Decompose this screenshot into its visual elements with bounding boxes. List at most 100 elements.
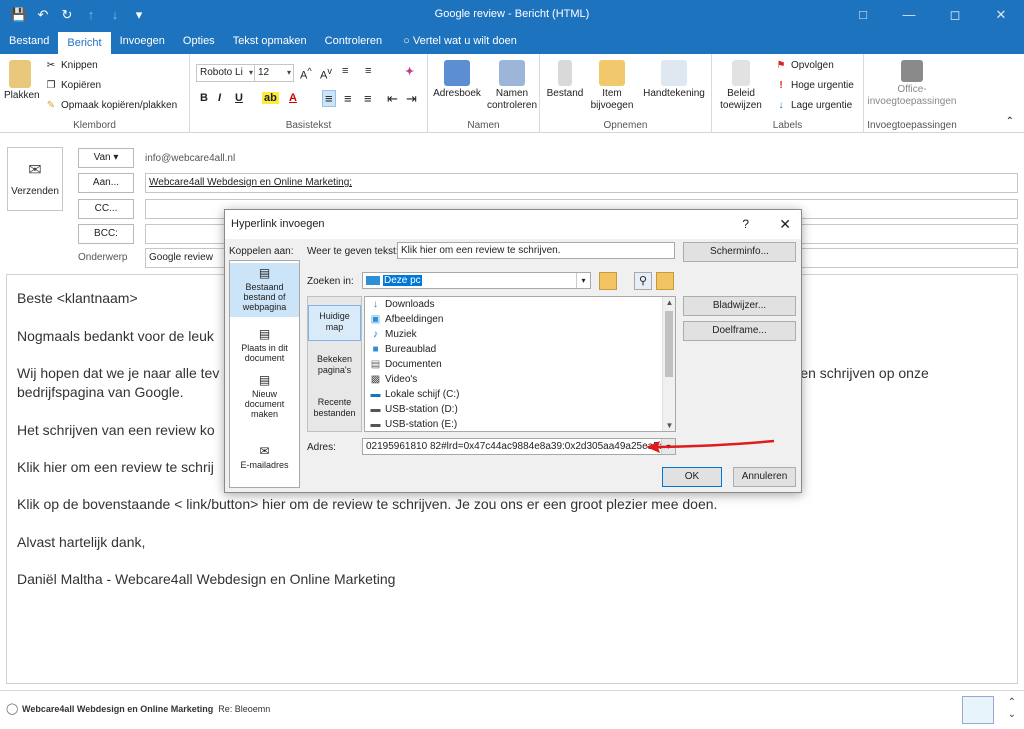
contact-avatar[interactable] xyxy=(962,696,994,724)
file-list-scrollbar[interactable]: ▲ ▼ xyxy=(662,297,675,431)
target-frame-button[interactable]: Doelframe... xyxy=(683,321,796,341)
follow-up-button[interactable]: ⚑ Opvolgen xyxy=(774,60,834,71)
tab-bericht[interactable]: Bericht xyxy=(58,32,111,54)
list-item[interactable]: ▬ Lokale schijf (C:) xyxy=(369,389,460,400)
low-importance-button[interactable]: ↓ Lage urgentie xyxy=(774,100,853,111)
list-item[interactable]: ▬ USB-station (D:) xyxy=(369,404,458,415)
numbering-icon[interactable]: ≡ xyxy=(365,65,371,77)
highlight-icon[interactable]: ab xyxy=(262,92,279,104)
attach-file-button[interactable]: Bestand xyxy=(542,60,588,100)
underline-icon[interactable]: U xyxy=(235,92,243,104)
bcc-button[interactable]: BCC: xyxy=(78,224,134,244)
scroll-down-icon[interactable]: ▼ xyxy=(663,421,676,430)
tab-invoegen[interactable]: Invoegen xyxy=(111,30,174,54)
browse-file-icon[interactable] xyxy=(656,272,674,290)
clear-formatting-icon[interactable]: ✦ xyxy=(405,65,414,78)
scroll-thumb[interactable] xyxy=(665,311,673,377)
attach-item-button[interactable]: Item bijvoegen xyxy=(586,60,638,112)
assign-policy-button[interactable]: Beleid toewijzen xyxy=(714,60,768,112)
tab-bestand[interactable]: Bestand xyxy=(0,30,58,54)
tab-opties[interactable]: Opties xyxy=(174,30,224,54)
copy-button[interactable]: ❐ Kopiëren xyxy=(44,80,102,91)
address-label: Adres: xyxy=(307,442,336,453)
lightbulb-icon: ○ xyxy=(403,35,413,47)
cc-button[interactable]: CC... xyxy=(78,199,134,219)
policy-icon xyxy=(732,60,750,86)
recent-files-tab[interactable]: Recente bestanden xyxy=(308,395,361,429)
bullets-icon[interactable]: ≡ xyxy=(342,65,348,77)
list-item[interactable]: ▣ Afbeeldingen xyxy=(369,314,444,325)
browsed-pages-tab[interactable]: Bekeken pagina's xyxy=(308,352,361,386)
to-field[interactable]: Webcare4all Webdesign en Online Marketin… xyxy=(145,173,1018,193)
local-disk-icon: ▬ xyxy=(370,389,381,400)
usb-drive-icon: ▬ xyxy=(370,404,381,415)
shrink-font-icon[interactable]: Av xyxy=(320,66,332,82)
browse-web-icon[interactable]: ⚲ xyxy=(634,272,652,290)
file-list: ↓ Downloads ▣ Afbeeldingen ♪ Muziek ■ Bureau… xyxy=(364,296,676,432)
from-button[interactable]: Van ▾ xyxy=(78,148,134,168)
list-item[interactable]: ♪ Muziek xyxy=(369,329,417,340)
align-right-icon[interactable]: ≡ xyxy=(364,91,372,106)
up-folder-icon[interactable] xyxy=(599,272,617,290)
send-button[interactable]: ✉ Verzenden xyxy=(7,147,63,211)
italic-icon[interactable]: I xyxy=(218,92,221,104)
list-item[interactable]: ■ Bureaublad xyxy=(369,344,436,355)
list-item[interactable]: ▬ USB-station (E:) xyxy=(369,419,458,430)
link-email-address[interactable]: ✉ E-mailadres xyxy=(230,444,299,470)
decrease-indent-icon[interactable]: ⇤ xyxy=(387,91,398,107)
collapse-ribbon-icon[interactable]: ⌃ xyxy=(1006,116,1014,127)
link-existing-file[interactable]: ▤ Bestaand bestand of webpagina xyxy=(230,263,299,317)
grow-font-icon[interactable]: A^ xyxy=(300,66,312,82)
align-left-icon[interactable]: ≡ xyxy=(322,90,336,107)
list-item[interactable]: ▩ Video's xyxy=(369,374,418,385)
font-color-icon[interactable]: A xyxy=(289,92,297,104)
desktop-icon: ■ xyxy=(372,344,379,355)
close-window-icon[interactable]: ✕ xyxy=(978,0,1024,30)
link-place-in-document[interactable]: ▤ Plaats in dit document xyxy=(230,327,299,363)
maximize-icon[interactable]: ◻ xyxy=(932,0,978,30)
signature-button[interactable]: Handtekening xyxy=(638,60,710,100)
font-name-combo[interactable]: Roboto Li ▾ xyxy=(196,64,256,82)
chevron-down-icon: ▾ xyxy=(286,68,291,77)
bookmark-button[interactable]: Bladwijzer... xyxy=(683,296,796,316)
high-importance-button[interactable]: ! Hoge urgentie xyxy=(774,80,854,91)
cut-button[interactable]: ✂ Knippen xyxy=(44,60,98,71)
paste-button[interactable]: Plakken xyxy=(4,60,40,102)
screentip-button[interactable]: Scherminfo... xyxy=(683,242,796,262)
ok-button[interactable]: OK xyxy=(662,467,722,487)
bold-icon[interactable]: B xyxy=(200,92,208,104)
link-new-document[interactable]: ▤ Nieuw document maken xyxy=(230,373,299,419)
office-addins-button[interactable]: Office- invoegtoepassingen xyxy=(864,60,960,108)
scroll-up-icon[interactable]: ▲ xyxy=(663,298,676,307)
brush-icon: ✎ xyxy=(46,100,56,111)
to-button[interactable]: Aan... xyxy=(78,173,134,193)
signature-line: Daniël Maltha - Webcare4all Webdesign en… xyxy=(17,571,396,587)
address-book-button[interactable]: Adresboek xyxy=(430,60,484,100)
help-icon[interactable]: ? xyxy=(742,210,749,239)
increase-indent-icon[interactable]: ⇥ xyxy=(406,91,417,107)
ribbon-display-icon[interactable]: □ xyxy=(840,0,886,30)
group-tags: Beleid toewijzen ⚑ Opvolgen ! Hoge urgenti… xyxy=(712,54,864,133)
list-item[interactable]: ▤ Documenten xyxy=(369,359,442,370)
minimize-icon[interactable]: — xyxy=(886,0,932,30)
globe-document-icon: ▤ xyxy=(258,266,271,280)
look-in-combo[interactable]: Deze pc ▾ xyxy=(362,272,591,289)
expand-people-pane-icon[interactable]: ⌃ ⌄ xyxy=(1008,697,1016,721)
close-icon[interactable]: ✕ xyxy=(779,210,791,239)
font-size-combo[interactable]: 12 ▾ xyxy=(254,64,294,82)
exclamation-icon: ! xyxy=(779,80,783,91)
format-painter-button[interactable]: ✎ Opmaak kopiëren/plakken xyxy=(44,100,177,111)
current-folder-tab[interactable]: Huidige map xyxy=(308,305,361,341)
display-text-input[interactable]: Klik hier om een review te schrijven. xyxy=(397,242,675,259)
check-names-button[interactable]: Namen controleren xyxy=(484,60,540,112)
list-item[interactable]: ↓ Downloads xyxy=(369,299,434,310)
address-input[interactable]: 02195961810 82#lrd=0x47c44ac9884e8a39:0x… xyxy=(362,438,676,455)
tab-controleren[interactable]: Controleren xyxy=(316,30,391,54)
link-to-pane: ▤ Bestaand bestand of webpagina ▤ Plaats… xyxy=(229,260,300,488)
body-paragraph: bedrijfspagina van Google. xyxy=(17,384,184,400)
align-center-icon[interactable]: ≡ xyxy=(344,91,352,106)
cancel-button[interactable]: Annuleren xyxy=(733,467,796,487)
tell-me-box[interactable]: ○ Vertel wat u wilt doen xyxy=(391,30,526,54)
scissors-icon: ✂ xyxy=(46,60,56,71)
tab-tekst-opmaken[interactable]: Tekst opmaken xyxy=(224,30,316,54)
